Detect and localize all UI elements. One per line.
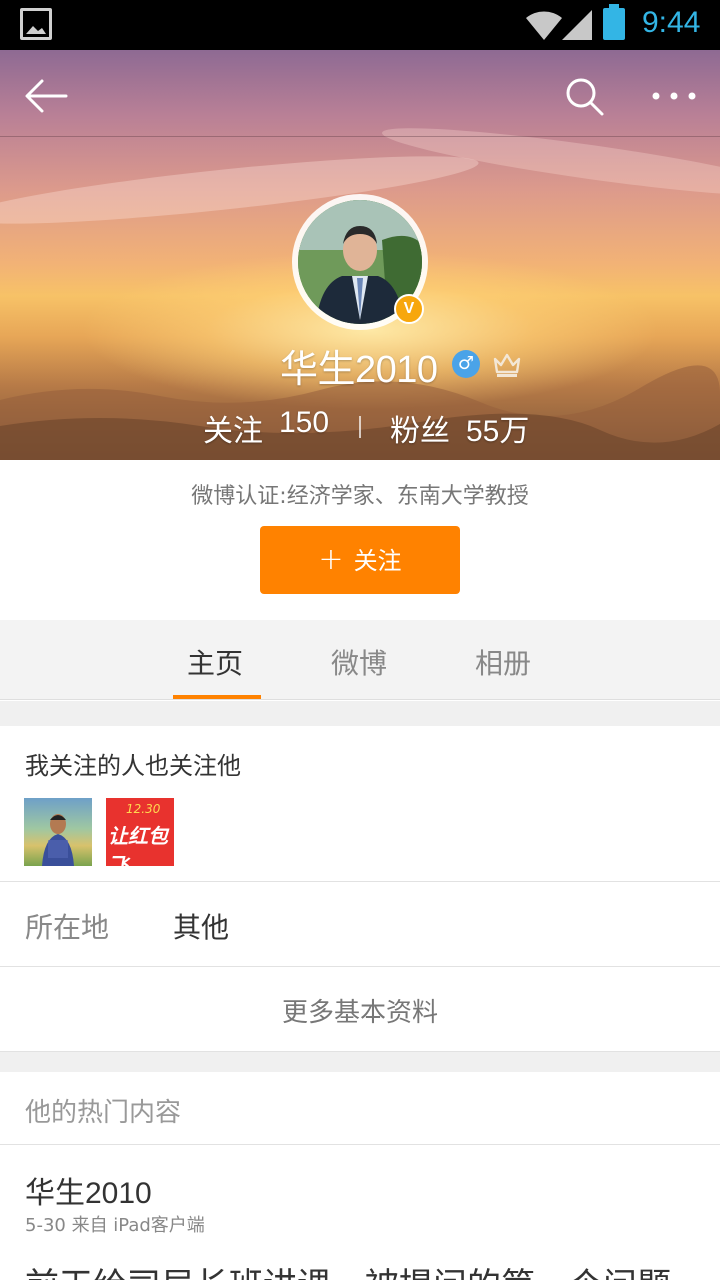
hot-content-title: 他的热门内容 xyxy=(25,1098,182,1128)
mutual-avatar-photo xyxy=(42,814,74,866)
mutual-follower-avatar[interactable] xyxy=(24,798,92,866)
signal-icon xyxy=(562,10,592,40)
section-gap xyxy=(0,1052,720,1072)
tab-album[interactable]: 相册 xyxy=(475,642,531,682)
stats-separator xyxy=(359,416,361,438)
location-label: 所在地 xyxy=(25,911,110,944)
profile-tabs: 主页 微博 相册 xyxy=(0,620,720,700)
active-tab-indicator xyxy=(173,695,261,699)
plus-icon: + xyxy=(318,542,344,577)
section-gap xyxy=(0,701,720,726)
fans-label[interactable]: 粉丝 xyxy=(390,406,450,450)
verification-text: 微博认证:经济学家、东南大学教授 xyxy=(191,484,529,509)
battery-icon xyxy=(603,4,625,40)
toolbar-divider xyxy=(0,136,720,137)
post-text[interactable]: 前天给司局长班讲课，被提问的第一个问题 xyxy=(25,1258,720,1280)
avatar-text: 让红包飞 xyxy=(108,824,168,866)
mutual-follows-title: 我关注的人也关注他 xyxy=(25,752,241,780)
back-arrow-icon[interactable] xyxy=(22,76,70,116)
fans-count[interactable]: 55万 xyxy=(466,406,529,450)
post-author[interactable]: 华生2010 xyxy=(25,1168,152,1212)
more-options-icon[interactable] xyxy=(648,78,700,114)
male-gender-icon: ♂ xyxy=(452,350,480,378)
more-basic-info-link[interactable]: 更多基本资料 xyxy=(0,992,720,1029)
profile-cover: V 华生2010 ♂ 关注 150 粉丝 55万 xyxy=(0,50,720,460)
post-meta: 5-30 来自 iPad客户端 xyxy=(25,1215,205,1236)
wifi-icon xyxy=(526,11,562,40)
verified-badge-icon: V xyxy=(394,294,424,324)
mutual-follower-avatar[interactable]: 12.30 让红包飞 xyxy=(106,798,174,866)
following-label[interactable]: 关注 xyxy=(203,406,263,450)
status-bar: 9:44 xyxy=(0,0,720,50)
tab-home[interactable]: 主页 xyxy=(187,642,243,682)
profile-stats: 关注 150 粉丝 55万 xyxy=(0,406,720,450)
follow-button[interactable]: + 关注 xyxy=(260,526,460,594)
image-notification-icon xyxy=(20,8,52,40)
tab-weibo[interactable]: 微博 xyxy=(331,642,387,682)
profile-username: 华生2010 xyxy=(280,349,438,391)
search-icon[interactable] xyxy=(562,74,606,118)
avatar-text: 12.30 xyxy=(126,802,161,816)
location-value: 其他 xyxy=(173,911,230,944)
follow-button-label: 关注 xyxy=(353,547,402,575)
crown-icon[interactable] xyxy=(492,350,522,378)
following-count[interactable]: 150 xyxy=(279,406,329,440)
divider xyxy=(0,881,720,882)
divider xyxy=(0,1144,720,1145)
clock: 9:44 xyxy=(642,6,701,39)
divider xyxy=(0,966,720,967)
